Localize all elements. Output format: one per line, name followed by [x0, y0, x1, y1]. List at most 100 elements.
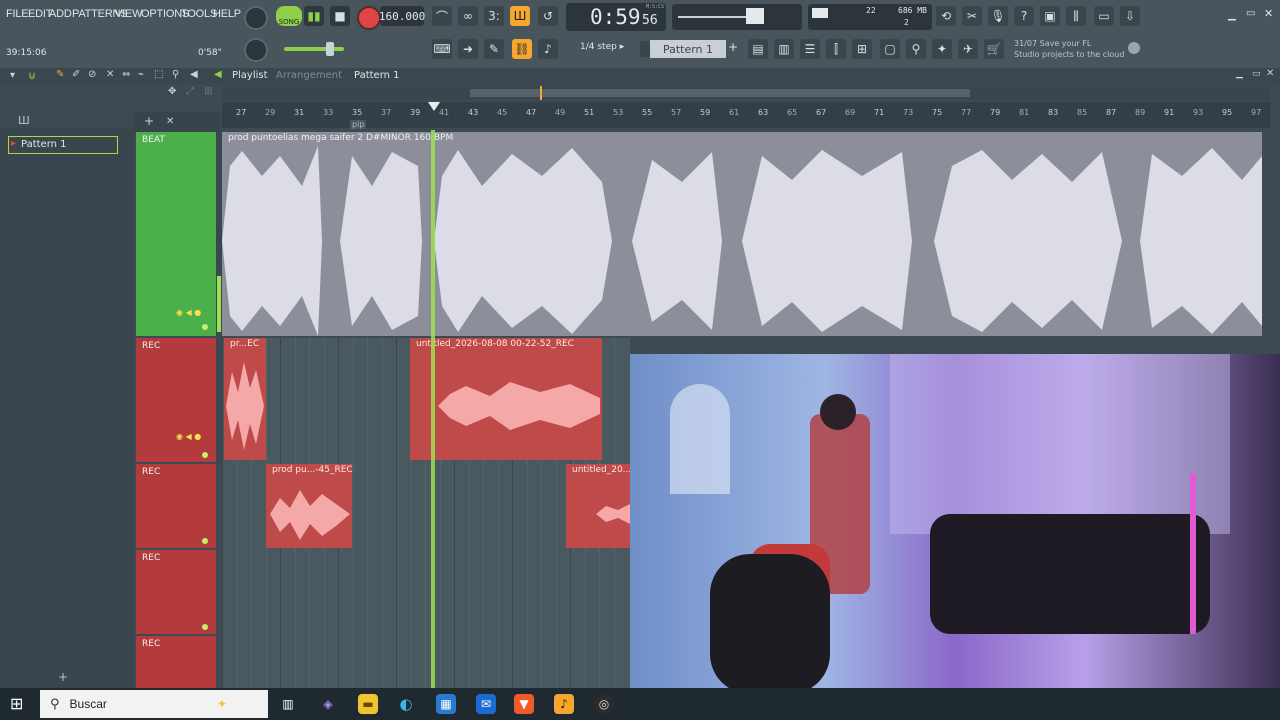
link-icon[interactable]: ⛓ [512, 39, 532, 59]
overview-strip[interactable] [222, 86, 1270, 100]
menu-file[interactable]: FILE [6, 8, 29, 20]
metronome-bell-icon[interactable]: ♪ [538, 39, 558, 59]
download-icon[interactable]: ⇩ [1120, 6, 1140, 26]
menu-add[interactable]: ADD [49, 8, 72, 20]
help-icon[interactable]: ? [1014, 6, 1034, 26]
minimize-icon[interactable]: ▁ [1228, 10, 1236, 21]
playlist-icon[interactable]: ▤ [748, 39, 768, 59]
save-icon[interactable]: ▣ [1040, 6, 1060, 26]
piano-roll-icon[interactable]: ▥ [774, 39, 794, 59]
playlist-close-icon[interactable]: ✕ [1266, 68, 1274, 79]
mute-tool-icon[interactable]: ✕ [106, 69, 114, 80]
clip-beat[interactable]: prod puntoelias mega saifer 2 D#MINOR 16… [222, 132, 1262, 336]
pattern-selector[interactable]: Pattern 1 [650, 40, 726, 58]
edge-icon[interactable]: ◐ [396, 694, 416, 714]
track-mute-icon[interactable]: ◉ ◀ ● [176, 308, 201, 317]
add-track-icon[interactable]: + [144, 114, 154, 128]
clip-rec1-b[interactable]: untitled_2026-08-08 00-22-52_REC [410, 338, 602, 460]
cut-icon[interactable]: ✂ [962, 6, 982, 26]
playlist-menu-arrow[interactable]: ▾ [10, 70, 15, 81]
menu-view[interactable]: VIEW [115, 8, 143, 20]
track-header-rec-4[interactable]: REC [136, 636, 216, 688]
draw-tool-icon[interactable]: ✎ [56, 69, 64, 80]
time-display[interactable]: 0:59 56 M:S:CS [566, 3, 666, 31]
zoom-icon[interactable]: ⤢ [186, 86, 194, 97]
copilot-icon[interactable]: ◈ [318, 694, 338, 714]
pause-button[interactable]: ▮▮ [304, 6, 324, 26]
clip-rec2-b[interactable]: untitled_20... [566, 464, 631, 548]
timeline-ruler[interactable]: 27 29 31 33 35 37 39 41 43 45 47 49 51 53 55 57 59 61 63 65… [222, 102, 1270, 128]
file-explorer-icon[interactable]: ▬ [358, 694, 378, 714]
delete-tool-icon[interactable]: ⊘ [88, 69, 96, 80]
clip-rec2-a[interactable]: prod pu...-45_REC [266, 464, 353, 548]
countdown-icon[interactable]: 3: [484, 6, 504, 26]
close-icon[interactable]: ✕ [1264, 7, 1273, 20]
playhead-marker[interactable] [428, 102, 440, 111]
track-header-rec-1[interactable]: REC ◉ ◀ ● [136, 338, 216, 462]
snap-selector[interactable]: 1/4 step ▸ [580, 42, 632, 56]
song-mode-toggle[interactable]: SONG [276, 6, 302, 26]
fl-studio-icon[interactable]: ♪ [554, 694, 574, 714]
wait-input-icon[interactable]: ∞ [458, 6, 478, 26]
browser-icon[interactable]: ▢ [880, 39, 900, 59]
zoom-tool-icon[interactable]: ⚲ [172, 69, 179, 80]
track-rec1-mute-icon[interactable]: ◉ ◀ ● [176, 432, 201, 441]
windows-start-icon[interactable]: ⊞ [10, 694, 23, 713]
track-led[interactable] [202, 324, 208, 330]
task-view-icon[interactable]: ▥ [278, 694, 298, 714]
slip-tool-icon[interactable]: ⇔ [122, 69, 130, 80]
clip-rec1-a[interactable]: pr...EC [224, 338, 266, 460]
master-volume-slider[interactable] [284, 47, 344, 51]
mail-icon[interactable]: ✉ [476, 694, 496, 714]
record-button[interactable] [357, 6, 381, 30]
cart-icon[interactable]: 🛒 [984, 39, 1004, 59]
marker-pip[interactable]: pip [350, 120, 367, 129]
tempo-display[interactable]: 160.000 [379, 6, 425, 26]
obs-icon[interactable]: ◎ [594, 694, 614, 714]
magnet-icon[interactable]: ⊍ [28, 69, 36, 82]
add-pattern-plus-icon[interactable]: + [58, 670, 68, 684]
pattern-prev-arrow[interactable] [640, 41, 650, 57]
loop-record-icon[interactable]: ↺ [538, 6, 558, 26]
track-header-beat[interactable]: BEAT ◉ ◀ ● [136, 132, 216, 336]
pencil-icon[interactable]: ✎ [484, 39, 504, 59]
overview-scroll-thumb[interactable] [470, 89, 970, 97]
step-edit-icon[interactable]: Ш [510, 6, 530, 26]
playlist-maximize-icon[interactable]: ▭ [1252, 69, 1261, 79]
clear-icon[interactable]: ✕ [166, 116, 174, 127]
playback-tool-icon[interactable]: ◀ [190, 69, 198, 80]
move-icon[interactable]: ✥ [168, 86, 176, 97]
grid-icon[interactable]: ⊞ [204, 86, 212, 97]
master-pitch-knob[interactable] [244, 38, 268, 62]
menu-help[interactable]: HELP [213, 8, 241, 20]
master-volume-knob[interactable] [244, 6, 268, 30]
chat-icon[interactable]: ▭ [1094, 6, 1114, 26]
plugin-db-icon[interactable]: ⚲ [906, 39, 926, 59]
playlist-minimize-icon[interactable]: ▁ [1236, 69, 1243, 79]
select-tool-icon[interactable]: ⬚ [154, 69, 163, 80]
metronome-icon[interactable]: ⌒ [432, 6, 452, 26]
stop-button[interactable]: ■ [330, 6, 350, 26]
track-rec1-led[interactable] [202, 452, 208, 458]
cloud-icon[interactable] [1128, 42, 1140, 54]
volume-slider-handle[interactable] [326, 42, 334, 56]
slice-tool-icon[interactable]: ⌁ [138, 69, 144, 80]
taskbar-search-box[interactable]: ⚲ Buscar ✦ [40, 690, 268, 718]
track-rec3-led[interactable] [202, 624, 208, 630]
plugin-picker-icon[interactable]: ⊞ [852, 39, 872, 59]
add-pattern-button[interactable]: + [728, 40, 740, 58]
track-header-rec-3[interactable]: REC [136, 550, 216, 634]
touch-keyboard-icon[interactable]: ✦ [932, 39, 952, 59]
track-rec2-led[interactable] [202, 538, 208, 544]
arrow-right-icon[interactable]: ➜ [458, 39, 478, 59]
brave-icon[interactable]: ▼ [514, 694, 534, 714]
playlist-pattern-label[interactable]: Pattern 1 [354, 70, 400, 81]
paint-tool-icon[interactable]: ✐ [72, 69, 80, 80]
menu-tools[interactable]: TOOLS [181, 8, 217, 20]
undo-history-icon[interactable]: ⟲ [936, 6, 956, 26]
pattern-list-item[interactable]: ▸ Pattern 1 [8, 136, 118, 154]
track-header-rec-2[interactable]: REC [136, 464, 216, 548]
mixer-view-icon[interactable]: ⫿ [826, 39, 846, 59]
maximize-icon[interactable]: ▭ [1246, 8, 1255, 19]
store-icon[interactable]: ▦ [436, 694, 456, 714]
